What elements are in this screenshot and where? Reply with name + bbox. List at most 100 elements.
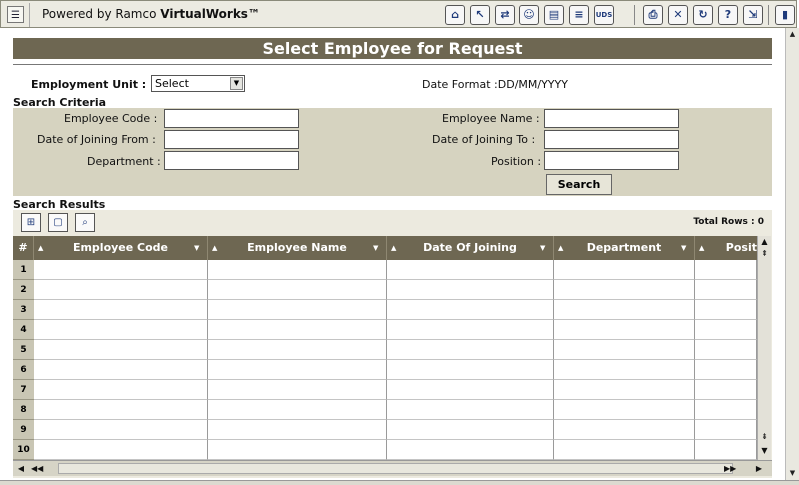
doj-from-input[interactable] <box>164 130 299 149</box>
table-cell[interactable] <box>554 380 695 400</box>
column-header-employee-name[interactable]: Employee Name <box>208 236 387 260</box>
row-number[interactable]: 1 <box>13 260 34 280</box>
export-icon[interactable]: ⇲ <box>743 5 763 25</box>
table-cell[interactable] <box>387 360 554 380</box>
menu-tree-icon[interactable]: ☰ <box>7 6 24 23</box>
table-cell[interactable] <box>34 400 208 420</box>
scroll-up-icon[interactable]: ▲ <box>759 237 770 247</box>
table-cell[interactable] <box>695 340 757 360</box>
search-button[interactable]: Search <box>546 174 612 195</box>
table-cell[interactable] <box>34 380 208 400</box>
doj-to-input[interactable] <box>544 130 679 149</box>
scroll-thumb[interactable] <box>58 463 733 474</box>
scroll-left-icon[interactable]: ◀ <box>15 462 27 475</box>
table-cell[interactable] <box>554 300 695 320</box>
employee-code-input[interactable] <box>164 109 299 128</box>
sync-icon[interactable]: ⇄ <box>495 5 515 25</box>
chevron-down-icon[interactable]: ▼ <box>230 77 243 90</box>
table-cell[interactable] <box>554 400 695 420</box>
sort-desc-icon[interactable]: ▼ <box>681 236 686 260</box>
table-cell[interactable] <box>34 280 208 300</box>
exit-icon[interactable]: ▮ <box>775 5 795 25</box>
table-cell[interactable] <box>34 320 208 340</box>
table-cell[interactable] <box>208 440 387 460</box>
column-header-position[interactable]: Posit <box>695 236 757 260</box>
row-number[interactable]: 7 <box>13 380 34 400</box>
table-cell[interactable] <box>34 300 208 320</box>
row-number[interactable]: 4 <box>13 320 34 340</box>
employee-name-input[interactable] <box>544 109 679 128</box>
table-cell[interactable] <box>34 440 208 460</box>
help-cursor-icon[interactable]: ↖ <box>470 5 490 25</box>
column-header-employee-code[interactable]: Employee Code <box>34 236 208 260</box>
sheet-icon[interactable]: ▢ <box>48 213 68 232</box>
table-cell[interactable] <box>695 440 757 460</box>
table-cell[interactable] <box>208 340 387 360</box>
sort-desc-icon[interactable]: ▼ <box>194 236 199 260</box>
help-icon[interactable]: ? <box>718 5 738 25</box>
table-cell[interactable] <box>34 420 208 440</box>
department-input[interactable] <box>164 151 299 170</box>
table-cell[interactable] <box>554 260 695 280</box>
table-cell[interactable] <box>695 420 757 440</box>
table-cell[interactable] <box>34 340 208 360</box>
grid-horizontal-scrollbar[interactable]: ◀ ◀◀ ▶▶ ▶ <box>13 460 772 476</box>
scroll-top-icon[interactable]: ⇞ <box>759 249 770 259</box>
scroll-last-icon[interactable]: ▶▶ <box>724 462 736 475</box>
row-number[interactable]: 10 <box>13 440 34 460</box>
table-cell[interactable] <box>554 320 695 340</box>
refresh-icon[interactable]: ↻ <box>693 5 713 25</box>
table-cell[interactable] <box>208 320 387 340</box>
table-cell[interactable] <box>34 260 208 280</box>
uds-icon[interactable]: UDS <box>594 5 614 25</box>
print-icon[interactable]: ⎙ <box>643 5 663 25</box>
table-cell[interactable] <box>208 280 387 300</box>
table-cell[interactable] <box>695 280 757 300</box>
find-icon[interactable]: ⌕ <box>75 213 95 232</box>
table-cell[interactable] <box>387 260 554 280</box>
table-cell[interactable] <box>554 440 695 460</box>
table-cell[interactable] <box>387 420 554 440</box>
scroll-bottom-icon[interactable]: ⇟ <box>759 432 770 442</box>
users-icon[interactable]: ☺ <box>519 5 539 25</box>
row-number[interactable]: 3 <box>13 300 34 320</box>
sort-desc-icon[interactable]: ▼ <box>373 236 378 260</box>
scroll-first-icon[interactable]: ◀◀ <box>31 462 43 475</box>
table-cell[interactable] <box>387 280 554 300</box>
column-header-date-of-joining[interactable]: Date Of Joining <box>387 236 554 260</box>
scroll-up-icon[interactable]: ▲ <box>788 30 797 39</box>
row-number[interactable]: 6 <box>13 360 34 380</box>
select-rows-icon[interactable]: ⊞ <box>21 213 41 232</box>
grid-vertical-scrollbar[interactable]: ▲ ⇞ ⇟ ▼ <box>757 236 771 460</box>
close-icon[interactable]: ✕ <box>668 5 688 25</box>
row-number[interactable]: 8 <box>13 400 34 420</box>
position-input[interactable] <box>544 151 679 170</box>
home-icon[interactable]: ⌂ <box>445 5 465 25</box>
table-cell[interactable] <box>387 340 554 360</box>
table-cell[interactable] <box>208 380 387 400</box>
table-cell[interactable] <box>695 260 757 280</box>
list-icon[interactable]: ≡ <box>569 5 589 25</box>
table-cell[interactable] <box>554 360 695 380</box>
row-number[interactable]: 9 <box>13 420 34 440</box>
table-cell[interactable] <box>695 300 757 320</box>
table-cell[interactable] <box>387 380 554 400</box>
table-cell[interactable] <box>554 280 695 300</box>
table-cell[interactable] <box>387 320 554 340</box>
table-cell[interactable] <box>387 400 554 420</box>
table-cell[interactable] <box>387 300 554 320</box>
employment-unit-select[interactable]: Select ▼ <box>151 75 245 92</box>
document-icon[interactable]: ▤ <box>544 5 564 25</box>
table-cell[interactable] <box>695 380 757 400</box>
table-cell[interactable] <box>387 440 554 460</box>
row-number[interactable]: 2 <box>13 280 34 300</box>
scroll-down-icon[interactable]: ▼ <box>759 446 770 456</box>
page-scrollbar[interactable]: ▲ ▼ <box>785 28 799 480</box>
table-cell[interactable] <box>208 260 387 280</box>
table-cell[interactable] <box>34 360 208 380</box>
sort-desc-icon[interactable]: ▼ <box>540 236 545 260</box>
scroll-right-icon[interactable]: ▶ <box>753 462 765 475</box>
table-cell[interactable] <box>208 300 387 320</box>
table-cell[interactable] <box>695 360 757 380</box>
table-cell[interactable] <box>208 360 387 380</box>
